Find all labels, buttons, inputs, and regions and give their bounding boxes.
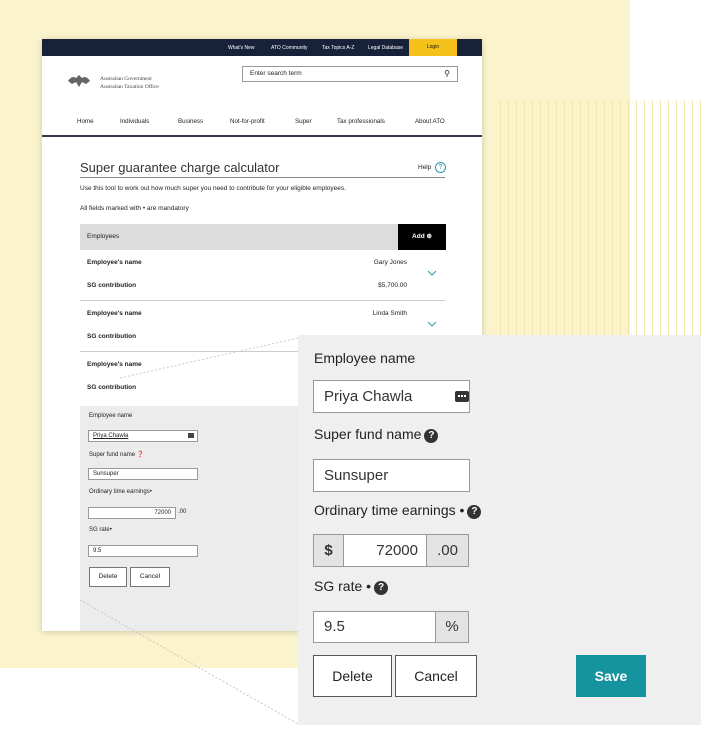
employee-name-value: Gary Jones	[373, 259, 407, 266]
mandatory-note: All fields marked with • are mandatory	[80, 205, 189, 212]
title-divider	[80, 177, 445, 178]
sg-contribution-label: SG contribution	[87, 333, 137, 340]
cancel-button[interactable]: Cancel	[395, 655, 477, 697]
employee-name-label: Employee's name	[87, 310, 142, 317]
topbar-link-tax-topics[interactable]: Tax Topics A-Z	[322, 45, 354, 51]
intro-text: Use this tool to work out how much super…	[80, 185, 346, 192]
employee-row[interactable]: Employee's name Gary Jones SG contributi…	[80, 250, 445, 301]
decorative-stripes	[500, 100, 701, 340]
question-icon[interactable]: ❓	[137, 452, 144, 458]
coat-of-arms-logo	[68, 75, 90, 87]
percent-suffix: %	[435, 611, 469, 643]
delete-button[interactable]: Delete	[313, 655, 392, 697]
agency-name: Australian Taxation Office	[100, 84, 159, 90]
nav-business[interactable]: Business	[178, 118, 203, 125]
super-fund-input-small[interactable]: Sunsuper	[88, 468, 198, 480]
sg-rate-label: SG rate •?	[314, 578, 389, 595]
sg-rate-input[interactable]: 9.5	[313, 611, 436, 643]
save-button[interactable]: Save	[576, 655, 646, 697]
search-input[interactable]: Enter search term ⚲	[242, 66, 458, 82]
topbar-link-legal-database[interactable]: Legal Database	[368, 45, 403, 51]
employee-name-label: Employee name	[314, 350, 416, 366]
nav-not-for-profit[interactable]: Not-for-profit	[230, 118, 265, 125]
zoomed-form-panel: Employee name Priya Chawla Super fund na…	[298, 335, 701, 725]
ote-cents-small: .00	[178, 509, 187, 515]
keyboard-icon[interactable]	[455, 391, 469, 402]
employees-header: Employees	[80, 224, 445, 250]
sg-contribution-value: $5,700.00	[378, 282, 407, 289]
help-question-icon[interactable]: ?	[467, 505, 482, 519]
search-placeholder: Enter search term	[250, 70, 302, 77]
government-name: Australian Government	[100, 76, 152, 82]
employee-name-label: Employee's name	[87, 361, 142, 368]
sg-rate-label-small: SG rate•	[89, 527, 112, 533]
search-icon[interactable]: ⚲	[444, 67, 450, 81]
topbar-link-community[interactable]: ATO Community	[271, 45, 308, 51]
chevron-down-icon[interactable]	[427, 268, 437, 278]
ote-input[interactable]: 72000	[343, 534, 427, 567]
mandatory-mark: •	[459, 502, 465, 518]
nav-about-ato[interactable]: About ATO	[415, 118, 445, 125]
ote-label-small: Ordinary time earnings•	[89, 489, 152, 495]
employee-name-label: Employee's name	[87, 259, 142, 266]
nav-individuals[interactable]: Individuals	[120, 118, 149, 125]
login-button[interactable]: Login	[409, 39, 457, 56]
chevron-down-icon[interactable]	[427, 319, 437, 329]
mandatory-mark: •	[366, 578, 372, 594]
nav-tax-professionals[interactable]: Tax professionals	[337, 118, 385, 125]
ote-label: Ordinary time earnings •?	[314, 502, 482, 519]
employee-name-input-small[interactable]: Priya Chawla	[88, 430, 198, 442]
super-fund-label-small: Super fund name ❓	[89, 452, 145, 458]
topbar-link-whats-new[interactable]: What's New	[228, 45, 255, 51]
nav-super[interactable]: Super	[295, 118, 312, 125]
help-question-icon[interactable]: ?	[374, 581, 389, 595]
help-link[interactable]: Help	[418, 164, 431, 171]
employee-name-value-small: Priya Chawla	[93, 433, 129, 439]
ote-cents-suffix: .00	[426, 534, 469, 567]
nav-home[interactable]: Home	[77, 118, 94, 125]
sg-contribution-label: SG contribution	[87, 384, 137, 391]
sg-rate-input-small[interactable]: 9.5	[88, 545, 198, 557]
add-label: Add	[412, 233, 425, 240]
super-fund-input[interactable]: Sunsuper	[313, 459, 470, 492]
employee-name-value: Linda Smith	[372, 310, 407, 317]
super-fund-label: Super fund name?	[314, 426, 439, 443]
employees-heading: Employees	[87, 233, 120, 240]
ote-input-small[interactable]: 72000	[88, 507, 176, 519]
employee-name-label-small: Employee name	[89, 413, 133, 419]
add-employee-button[interactable]: Add ⊕	[398, 224, 446, 250]
page-title: Super guarantee charge calculator	[80, 160, 280, 175]
add-circle-icon: ⊕	[426, 233, 432, 240]
help-icon[interactable]: ?	[435, 162, 446, 173]
help-question-icon[interactable]: ?	[424, 429, 439, 443]
utility-bar: What's New ATO Community Tax Topics A-Z …	[42, 39, 482, 56]
employee-name-input[interactable]: Priya Chawla	[313, 380, 470, 413]
employee-name-value: Priya Chawla	[324, 388, 413, 405]
cancel-button-small[interactable]: Cancel	[130, 567, 170, 587]
main-nav: Home Individuals Business Not-for-profit…	[42, 111, 482, 137]
delete-button-small[interactable]: Delete	[89, 567, 127, 587]
sg-contribution-label: SG contribution	[87, 282, 137, 289]
currency-prefix: $	[313, 534, 344, 567]
keyboard-icon	[188, 433, 194, 438]
